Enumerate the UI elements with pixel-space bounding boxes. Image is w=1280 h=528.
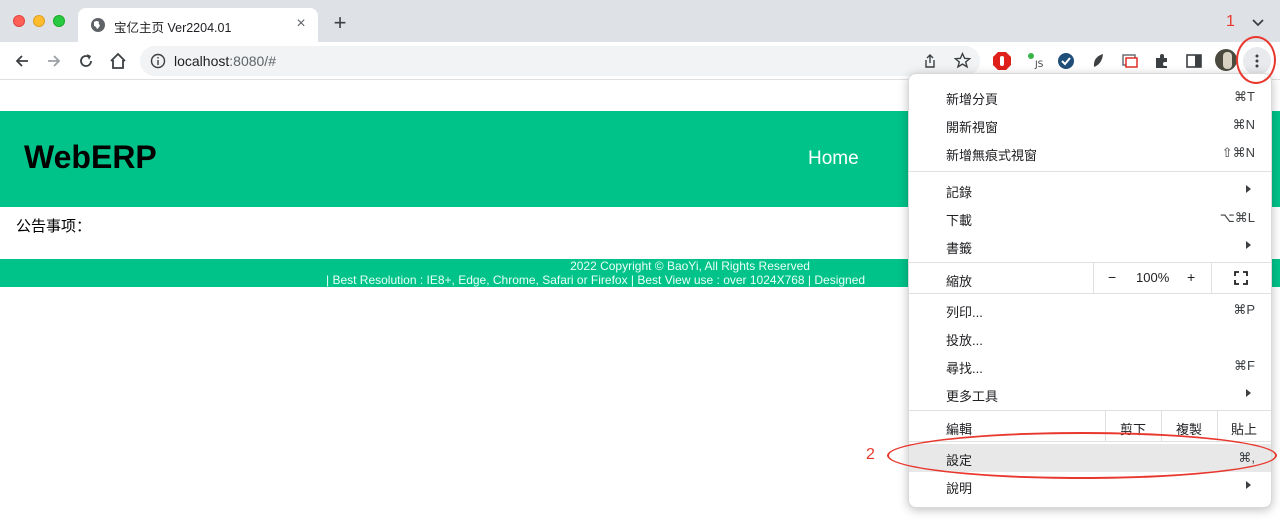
menu-item-label: 記錄 bbox=[946, 185, 973, 200]
menu-item-label: 開新視窗 bbox=[946, 120, 999, 135]
menu-item-bookmarks[interactable]: 書籤 bbox=[909, 232, 1271, 260]
menu-item-find[interactable]: 尋找... ⌘F bbox=[909, 352, 1271, 380]
share-icon[interactable] bbox=[922, 53, 938, 69]
svg-text:JS: JS bbox=[1034, 60, 1044, 70]
zoom-level: 100% bbox=[1136, 270, 1170, 285]
menu-item-print[interactable]: 列印... ⌘P bbox=[909, 296, 1271, 324]
menu-item-shortcut: ⇧⌘N bbox=[1221, 145, 1255, 160]
menu-divider bbox=[909, 293, 1271, 294]
menu-item-label: 說明 bbox=[946, 481, 973, 496]
maximize-window-button[interactable] bbox=[53, 15, 65, 27]
menu-item-new-window[interactable]: 開新視窗 ⌘N bbox=[909, 111, 1271, 139]
nav-home-link[interactable]: Home bbox=[808, 148, 859, 170]
paste-button[interactable]: 貼上 bbox=[1217, 411, 1271, 441]
menu-zoom-row: 縮放 − 100% + bbox=[909, 263, 1271, 293]
submenu-arrow-icon bbox=[1246, 241, 1251, 249]
active-tab[interactable]: 宝亿主页 Ver2204.01 × bbox=[78, 8, 318, 42]
footer-copyright: 2022 Copyright © BaoYi, All Rights Reser… bbox=[570, 259, 810, 273]
annotation-circle-menu bbox=[1236, 36, 1276, 84]
menu-item-label: 書籤 bbox=[946, 241, 973, 256]
star-icon[interactable] bbox=[954, 52, 971, 69]
menu-item-shortcut: ⌘P bbox=[1233, 302, 1255, 317]
check-extension-icon[interactable] bbox=[1056, 51, 1076, 71]
menu-item-label: 投放... bbox=[946, 333, 983, 348]
footer-info: | Best Resolution : IE8+, Edge, Chrome, … bbox=[326, 273, 866, 287]
adblock-extension-icon[interactable] bbox=[992, 51, 1012, 71]
reload-icon[interactable] bbox=[76, 51, 96, 71]
chevron-down-icon[interactable] bbox=[1250, 14, 1266, 30]
window-extension-icon[interactable] bbox=[1120, 51, 1140, 71]
annotation-circle-settings bbox=[887, 432, 1277, 479]
menu-item-more-tools[interactable]: 更多工具 bbox=[909, 380, 1271, 408]
submenu-arrow-icon bbox=[1246, 389, 1251, 397]
address-bar[interactable]: localhost:8080/# bbox=[140, 46, 980, 76]
tab-title: 宝亿主页 Ver2204.01 bbox=[114, 21, 232, 35]
menu-item-new-tab[interactable]: 新增分頁 ⌘T bbox=[909, 83, 1271, 111]
zoom-out-button[interactable]: − bbox=[1108, 269, 1116, 285]
site-logo[interactable]: WebERP bbox=[24, 139, 157, 176]
menu-item-shortcut: ⌘T bbox=[1234, 89, 1255, 104]
url-path: :8080/# bbox=[229, 53, 276, 69]
js-extension-icon[interactable]: JS bbox=[1026, 51, 1046, 71]
fullscreen-button[interactable] bbox=[1211, 263, 1271, 293]
zoom-in-button[interactable]: + bbox=[1187, 269, 1195, 285]
zoom-controls: − 100% + bbox=[1093, 263, 1211, 293]
paste-label: 貼上 bbox=[1231, 422, 1258, 437]
puzzle-icon[interactable] bbox=[1152, 51, 1172, 71]
forward-arrow-icon[interactable] bbox=[44, 51, 64, 71]
menu-item-label: 新增無痕式視窗 bbox=[946, 148, 1038, 163]
back-arrow-icon[interactable] bbox=[12, 51, 32, 71]
url-text: localhost:8080/# bbox=[174, 53, 276, 69]
side-panel-icon[interactable] bbox=[1184, 51, 1204, 71]
menu-item-downloads[interactable]: 下載 ⌥⌘L bbox=[909, 204, 1271, 232]
menu-item-label: 列印... bbox=[946, 305, 983, 320]
minimize-window-button[interactable] bbox=[33, 15, 45, 27]
menu-item-shortcut: ⌘N bbox=[1232, 117, 1255, 132]
url-host: localhost bbox=[174, 53, 230, 69]
menu-item-shortcut: ⌘F bbox=[1234, 358, 1255, 373]
leaf-extension-icon[interactable] bbox=[1088, 51, 1108, 71]
tab-strip: 宝亿主页 Ver2204.01 × + bbox=[0, 0, 1280, 42]
zoom-label: 縮放 bbox=[946, 274, 973, 289]
avatar[interactable] bbox=[1215, 49, 1237, 71]
home-icon[interactable] bbox=[108, 51, 128, 71]
info-icon[interactable] bbox=[150, 53, 166, 69]
globe-icon bbox=[91, 18, 105, 32]
menu-item-label: 新增分頁 bbox=[946, 92, 999, 107]
new-tab-button[interactable]: + bbox=[330, 12, 350, 34]
menu-divider bbox=[909, 171, 1271, 172]
annotation-number-1: 1 bbox=[1226, 13, 1235, 30]
menu-item-cast[interactable]: 投放... bbox=[909, 324, 1271, 352]
menu-item-label: 更多工具 bbox=[946, 389, 999, 404]
menu-item-history[interactable]: 記錄 bbox=[909, 176, 1271, 204]
submenu-arrow-icon bbox=[1246, 481, 1251, 489]
notice-label: 公告事项： bbox=[16, 218, 92, 235]
annotation-number-2: 2 bbox=[866, 446, 875, 463]
menu-item-new-incognito-window[interactable]: 新增無痕式視窗 ⇧⌘N bbox=[909, 139, 1271, 167]
fullscreen-icon bbox=[1234, 271, 1248, 285]
edit-label: 編輯 bbox=[946, 422, 973, 437]
browser-window: 宝亿主页 Ver2204.01 × + localhost:8080/# JS … bbox=[0, 0, 1280, 528]
menu-item-shortcut: ⌥⌘L bbox=[1219, 210, 1255, 225]
menu-item-label: 尋找... bbox=[946, 361, 983, 376]
submenu-arrow-icon bbox=[1246, 185, 1251, 193]
menu-item-label: 下載 bbox=[946, 213, 973, 228]
close-window-button[interactable] bbox=[13, 15, 25, 27]
close-tab-icon[interactable]: × bbox=[292, 15, 310, 33]
